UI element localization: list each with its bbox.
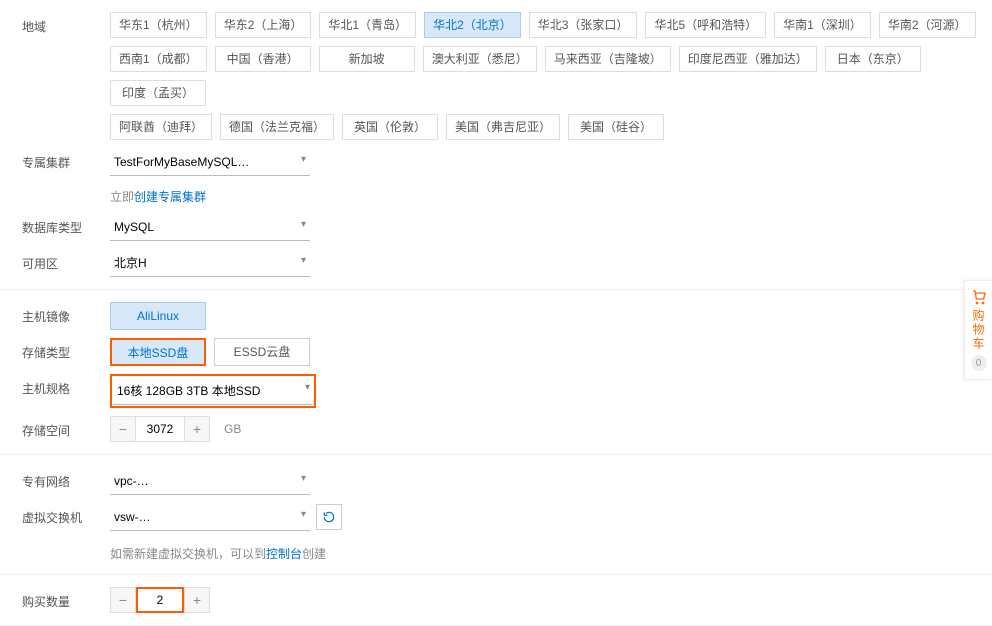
- region-option[interactable]: 阿联酋（迪拜）: [110, 114, 212, 140]
- vpc-label: 专有网络: [0, 467, 110, 490]
- region-option[interactable]: 华东1（杭州）: [110, 12, 207, 38]
- region-option[interactable]: 美国（硅谷）: [568, 114, 664, 140]
- region-option[interactable]: 华北5（呼和浩特）: [645, 12, 766, 38]
- hostspec-label: 主机规格: [0, 374, 110, 397]
- storagespace-plus[interactable]: +: [184, 416, 210, 442]
- storagetype-option[interactable]: 本地SSD盘: [110, 338, 206, 366]
- vpc-select[interactable]: vpc-…: [110, 467, 310, 495]
- region-option[interactable]: 华南1（深圳）: [774, 12, 871, 38]
- quantity-stepper: − +: [110, 587, 210, 613]
- quantity-label: 购买数量: [0, 587, 110, 610]
- vswitch-hint: 如需新建虚拟交换机，可以到控制台创建: [110, 545, 326, 562]
- quantity-input[interactable]: [136, 587, 184, 613]
- create-cluster-link[interactable]: 创建专属集群: [134, 190, 206, 204]
- refresh-icon: [322, 510, 336, 524]
- region-option[interactable]: 日本（东京）: [825, 46, 921, 72]
- region-option[interactable]: 英国（伦敦）: [342, 114, 438, 140]
- vswitch-label: 虚拟交换机: [0, 503, 110, 526]
- region-option[interactable]: 华东2（上海）: [215, 12, 312, 38]
- storagespace-stepper: − +: [110, 416, 210, 442]
- cart-icon: [971, 289, 987, 305]
- dbtype-label: 数据库类型: [0, 213, 110, 236]
- zone-select[interactable]: 北京H: [110, 249, 310, 277]
- storagespace-minus[interactable]: −: [110, 416, 136, 442]
- zone-label: 可用区: [0, 249, 110, 272]
- region-option[interactable]: 澳大利亚（悉尼）: [423, 46, 537, 72]
- region-option[interactable]: 印度尼西亚（雅加达）: [679, 46, 817, 72]
- cart-panel[interactable]: 购物车 0: [964, 280, 992, 380]
- region-option[interactable]: 华南2（河源）: [879, 12, 976, 38]
- cluster-select[interactable]: TestForMyBaseMySQL…: [110, 148, 310, 176]
- cluster-hint: 立即创建专属集群: [110, 188, 206, 205]
- region-label: 地域: [0, 12, 110, 35]
- region-option[interactable]: 华北2（北京）: [424, 12, 521, 38]
- region-option[interactable]: 马来西亚（吉隆坡）: [545, 46, 671, 72]
- hostspec-select[interactable]: 16核 128GB 3TB 本地SSD: [113, 377, 313, 405]
- hostimage-label: 主机镜像: [0, 302, 110, 325]
- region-option[interactable]: 华北1（青岛）: [319, 12, 416, 38]
- region-grid: 华东1（杭州） 华东2（上海） 华北1（青岛） 华北2（北京） 华北3（张家口） 华北5（…: [110, 12, 992, 140]
- quantity-minus[interactable]: −: [110, 587, 136, 613]
- dbtype-select[interactable]: MySQL: [110, 213, 310, 241]
- region-option[interactable]: 中国（香港）: [215, 46, 311, 72]
- storagetype-option[interactable]: ESSD云盘: [214, 338, 310, 366]
- storagetype-label: 存储类型: [0, 338, 110, 361]
- region-option[interactable]: 印度（孟买）: [110, 80, 206, 106]
- vswitch-refresh-button[interactable]: [316, 504, 342, 530]
- region-option[interactable]: 新加坡: [319, 46, 415, 72]
- vswitch-select[interactable]: vsw-…: [110, 503, 310, 531]
- region-option[interactable]: 德国（法兰克福）: [220, 114, 334, 140]
- cart-label: 购物车: [970, 309, 987, 351]
- vswitch-console-link[interactable]: 控制台: [266, 547, 302, 561]
- region-option[interactable]: 华北3（张家口）: [529, 12, 638, 38]
- cluster-label: 专属集群: [0, 148, 110, 171]
- hostimage-option[interactable]: AliLinux: [110, 302, 206, 330]
- storagespace-unit: GB: [224, 422, 241, 436]
- region-option[interactable]: 美国（弗吉尼亚）: [446, 114, 560, 140]
- cart-count: 0: [971, 355, 987, 371]
- region-option[interactable]: 西南1（成都）: [110, 46, 207, 72]
- quantity-plus[interactable]: +: [184, 587, 210, 613]
- storagespace-input[interactable]: [136, 416, 184, 442]
- storagespace-label: 存储空间: [0, 416, 110, 439]
